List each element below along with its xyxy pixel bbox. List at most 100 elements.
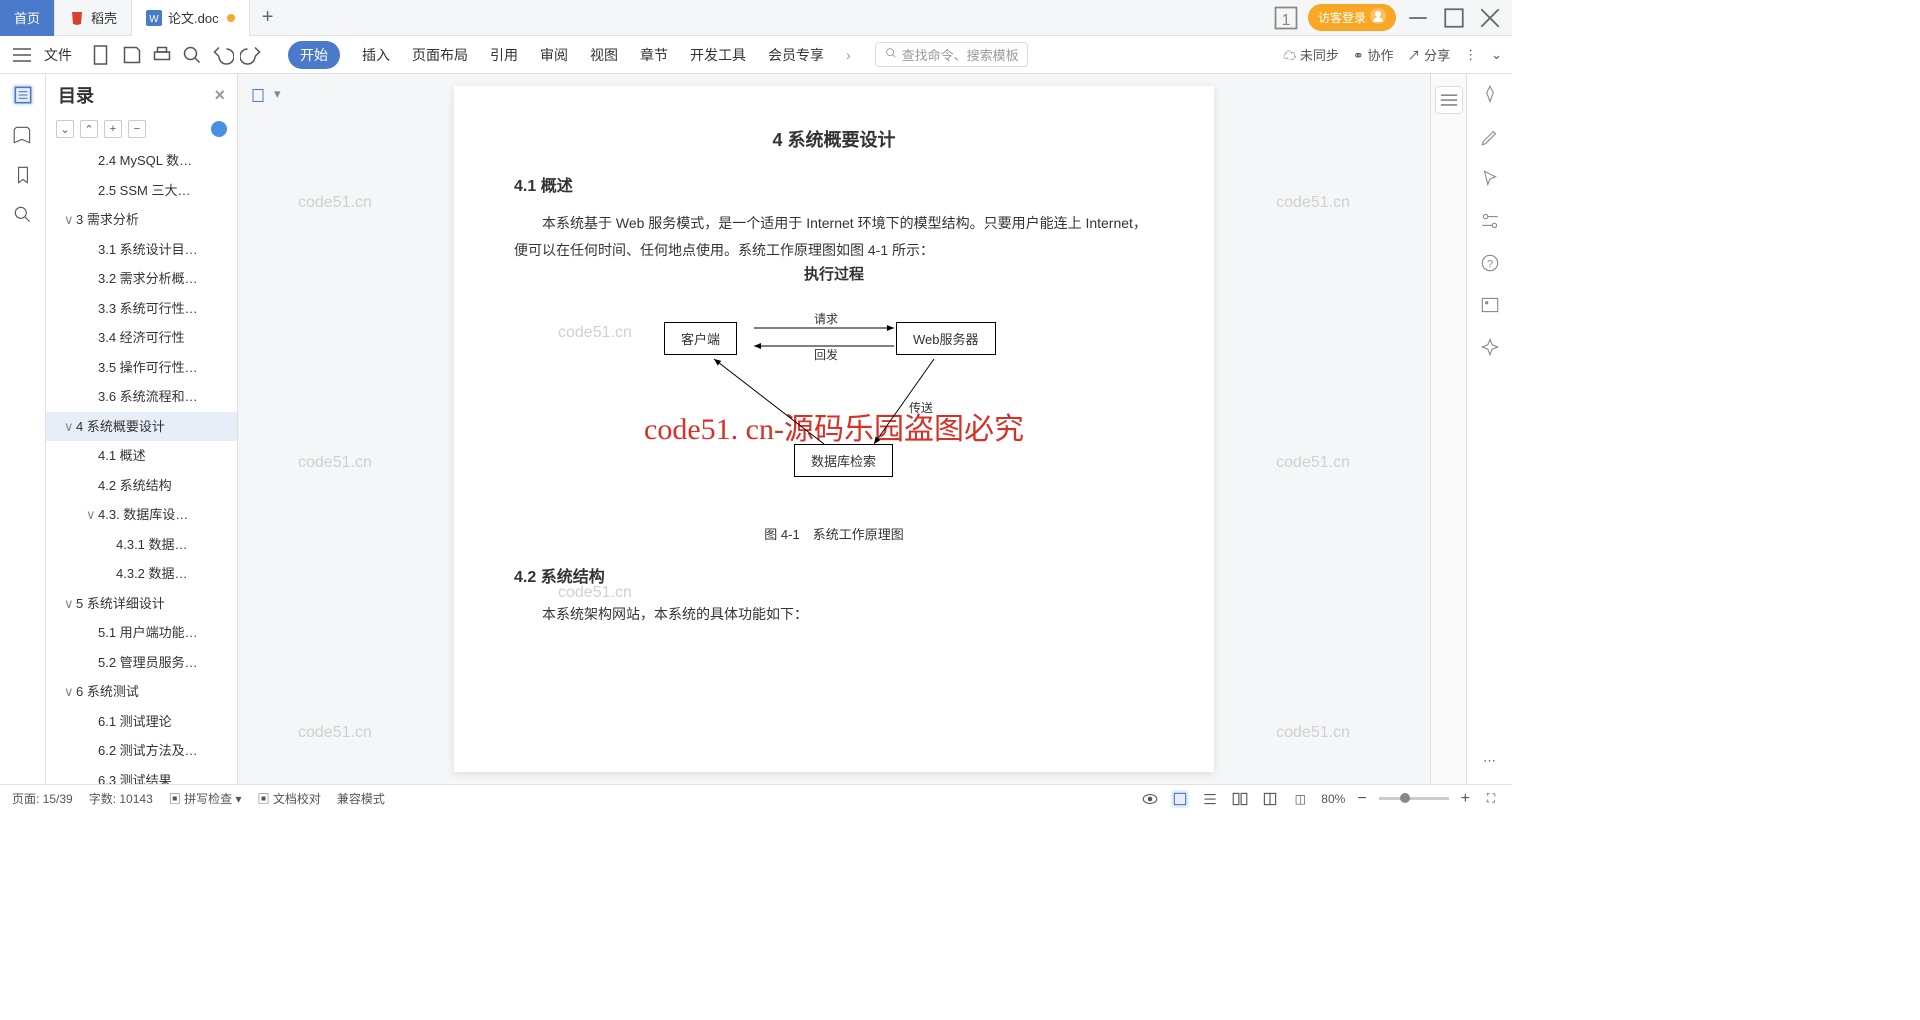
zoom-in-button[interactable]: + bbox=[1461, 790, 1470, 808]
page-arrow-icon[interactable]: ▾ bbox=[274, 86, 281, 105]
expand-all-icon[interactable]: ⌃ bbox=[80, 120, 98, 138]
menutab-view[interactable]: 视图 bbox=[590, 45, 618, 65]
find-icon[interactable] bbox=[12, 204, 34, 226]
page-doc-icon[interactable] bbox=[250, 86, 266, 105]
menutab-devtools[interactable]: 开发工具 bbox=[690, 45, 746, 65]
toc-item[interactable]: 6.3 测试结果 bbox=[46, 766, 237, 785]
toc-item[interactable]: 4.2 系统结构 bbox=[46, 471, 237, 501]
more-menu-icon[interactable]: › bbox=[846, 47, 851, 63]
help-icon[interactable]: ? bbox=[1479, 252, 1501, 274]
sparkle-icon[interactable] bbox=[1479, 336, 1501, 358]
zoom-value[interactable]: 80% bbox=[1321, 792, 1345, 806]
toc-item[interactable]: 3.3 系统可行性… bbox=[46, 294, 237, 324]
more-dots-icon[interactable]: ⋯ bbox=[1479, 750, 1501, 772]
menutab-insert[interactable]: 插入 bbox=[362, 45, 390, 65]
zoom-slider[interactable] bbox=[1379, 797, 1449, 800]
save-icon[interactable] bbox=[120, 43, 144, 67]
sync-button[interactable]: ☁ 未同步 bbox=[1283, 45, 1339, 64]
right-rail: ? ⋯ bbox=[1466, 74, 1512, 784]
status-proof[interactable]: ▣ 文档校对 bbox=[257, 790, 320, 807]
view-read-icon[interactable] bbox=[1261, 790, 1279, 808]
collapse-all-icon[interactable]: ⌄ bbox=[56, 120, 74, 138]
zoom-fit-icon[interactable]: ◫ bbox=[1291, 790, 1309, 808]
fullscreen-icon[interactable]: ⛶ bbox=[1482, 790, 1500, 808]
app-box-icon[interactable]: 1 bbox=[1272, 4, 1300, 32]
eye-icon[interactable] bbox=[1141, 790, 1159, 808]
toc-item[interactable]: 4.3.1 数据… bbox=[46, 530, 237, 560]
tab-docker[interactable]: 稻壳 bbox=[55, 0, 132, 36]
menutab-member[interactable]: 会员专享 bbox=[768, 45, 824, 65]
close-button[interactable] bbox=[1476, 4, 1504, 32]
view-outline-icon[interactable] bbox=[1201, 790, 1219, 808]
menutab-layout[interactable]: 页面布局 bbox=[412, 45, 468, 65]
preview-icon[interactable] bbox=[180, 43, 204, 67]
bookmark-icon[interactable] bbox=[12, 164, 34, 186]
status-page[interactable]: 页面: 15/39 bbox=[12, 790, 73, 807]
toc-list: 2.4 MySQL 数…2.5 SSM 三大…∨3 需求分析3.1 系统设计目…… bbox=[46, 142, 237, 784]
toc-item[interactable]: ∨3 需求分析 bbox=[46, 205, 237, 235]
menutab-chapter[interactable]: 章节 bbox=[640, 45, 668, 65]
tab-document[interactable]: W 论文.doc bbox=[132, 0, 250, 36]
status-compat[interactable]: 兼容模式 bbox=[337, 790, 385, 807]
redo-icon[interactable] bbox=[240, 43, 264, 67]
toc-item[interactable]: 3.1 系统设计目… bbox=[46, 235, 237, 265]
pen-icon[interactable] bbox=[1479, 126, 1501, 148]
new-icon[interactable] bbox=[90, 43, 114, 67]
menutab-start[interactable]: 开始 bbox=[288, 41, 340, 69]
word-icon: W bbox=[146, 10, 162, 26]
minimize-button[interactable] bbox=[1404, 4, 1432, 32]
rocket-icon[interactable] bbox=[1479, 84, 1501, 106]
toc-item[interactable]: ∨6 系统测试 bbox=[46, 677, 237, 707]
modified-dot-icon bbox=[227, 14, 235, 22]
tab-add-button[interactable]: + bbox=[250, 6, 286, 29]
toc-item[interactable]: 3.5 操作可行性… bbox=[46, 353, 237, 383]
undo-icon[interactable] bbox=[210, 43, 234, 67]
outline-icon[interactable] bbox=[12, 84, 34, 106]
titlebar: 首页 稻壳 W 论文.doc + 1 访客登录 bbox=[0, 0, 1512, 36]
toc-item[interactable]: ∨5 系统详细设计 bbox=[46, 589, 237, 619]
tag-icon[interactable] bbox=[12, 124, 34, 146]
toc-item[interactable]: 4.3.2 数据… bbox=[46, 559, 237, 589]
toc-item[interactable]: ∨4 系统概要设计 bbox=[46, 412, 237, 442]
outline-close-icon[interactable]: × bbox=[214, 85, 225, 106]
outline-badge-icon[interactable] bbox=[211, 121, 227, 137]
menutab-review[interactable]: 审阅 bbox=[540, 45, 568, 65]
login-button[interactable]: 访客登录 bbox=[1308, 4, 1396, 31]
toc-item[interactable]: 6.2 测试方法及… bbox=[46, 736, 237, 766]
tab-home[interactable]: 首页 bbox=[0, 0, 55, 36]
print-icon[interactable] bbox=[150, 43, 174, 67]
zoom-out-button[interactable]: − bbox=[1357, 790, 1366, 808]
toc-item[interactable]: ∨4.3. 数据库设… bbox=[46, 500, 237, 530]
remove-level-icon[interactable]: − bbox=[128, 120, 146, 138]
maximize-button[interactable] bbox=[1440, 4, 1468, 32]
image-icon[interactable] bbox=[1479, 294, 1501, 316]
collapse-ribbon-icon[interactable]: ⌄ bbox=[1491, 47, 1502, 63]
view-web-icon[interactable] bbox=[1231, 790, 1249, 808]
search-input[interactable]: 查找命令、搜索模板 bbox=[875, 42, 1028, 67]
toc-item[interactable]: 5.1 用户端功能… bbox=[46, 618, 237, 648]
outline-panel: 目录 × ⌄ ⌃ + − 2.4 MySQL 数…2.5 SSM 三大…∨3 需… bbox=[46, 74, 238, 784]
toc-item[interactable]: 2.4 MySQL 数… bbox=[46, 146, 237, 176]
status-spellcheck[interactable]: ▣ 拼写检查 ▾ bbox=[169, 790, 242, 807]
toc-item[interactable]: 4.1 概述 bbox=[46, 441, 237, 471]
kebab-icon[interactable]: ⋮ bbox=[1464, 47, 1477, 63]
document-area[interactable]: code51.cn code51.cn code51.cn code51.cn … bbox=[238, 74, 1430, 784]
add-level-icon[interactable]: + bbox=[104, 120, 122, 138]
watermark: code51.cn bbox=[298, 724, 372, 742]
hamburger-icon[interactable] bbox=[10, 43, 34, 67]
toc-item[interactable]: 2.5 SSM 三大… bbox=[46, 176, 237, 206]
menutab-reference[interactable]: 引用 bbox=[490, 45, 518, 65]
toc-item[interactable]: 3.6 系统流程和… bbox=[46, 382, 237, 412]
panel-toggle-icon[interactable] bbox=[1435, 86, 1463, 114]
toc-item[interactable]: 3.4 经济可行性 bbox=[46, 323, 237, 353]
file-menu[interactable]: 文件 bbox=[44, 45, 72, 65]
toc-item[interactable]: 5.2 管理员服务… bbox=[46, 648, 237, 678]
status-words[interactable]: 字数: 10143 bbox=[89, 790, 153, 807]
settings-icon[interactable] bbox=[1479, 210, 1501, 232]
coop-button[interactable]: ⚭ 协作 bbox=[1353, 45, 1394, 64]
toc-item[interactable]: 3.2 需求分析概… bbox=[46, 264, 237, 294]
view-page-icon[interactable] bbox=[1171, 790, 1189, 808]
toc-item[interactable]: 6.1 测试理论 bbox=[46, 707, 237, 737]
cursor-icon[interactable] bbox=[1479, 168, 1501, 190]
share-button[interactable]: ↗ 分享 bbox=[1407, 45, 1450, 64]
